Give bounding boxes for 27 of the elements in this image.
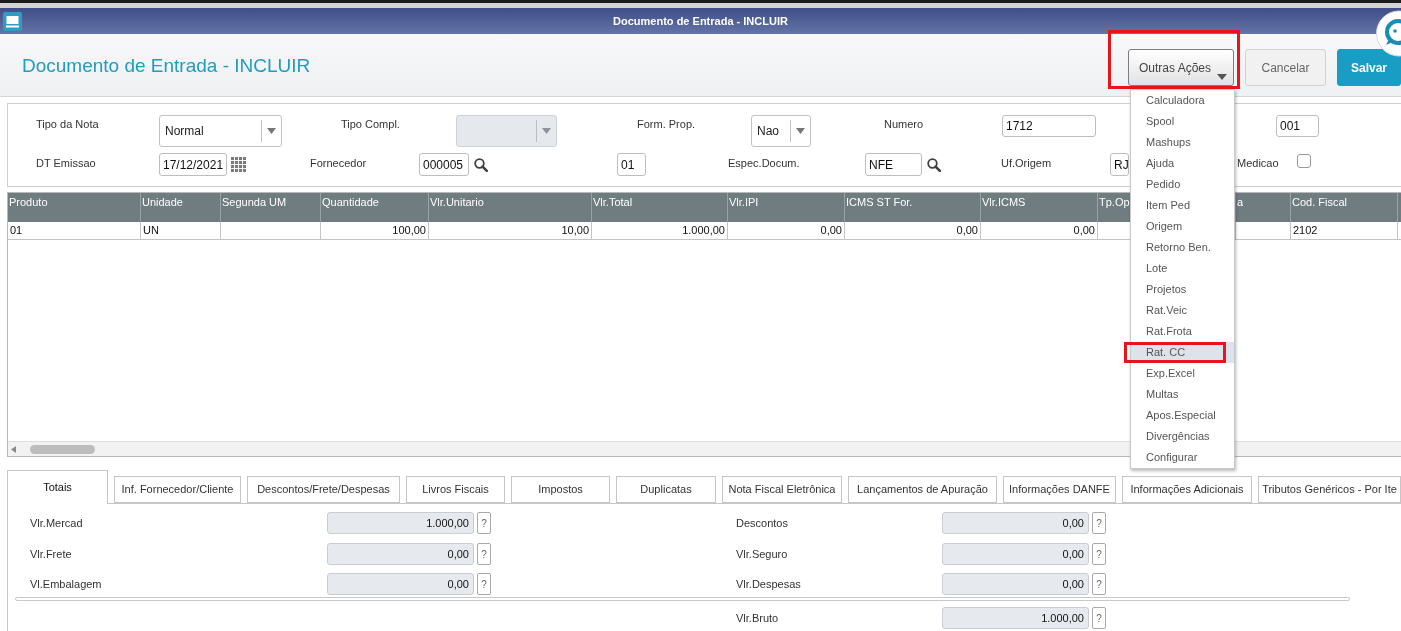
table-cell: 1.000,00 [592,222,728,239]
table-cell: 100,00 [321,222,429,239]
table-cell: 0,00 [728,222,845,239]
field-label: Vlr.Frete [30,546,73,562]
window-title: Documento de Entrada - INCLUIR [612,13,789,29]
field-label: Numero [884,117,925,131]
field-label: Vlr.Mercad [30,515,84,531]
field-label: Tipo Compl. [341,117,401,131]
table-cell: 0,00 [845,222,981,239]
table-cell: 01 [8,222,141,239]
page-title: Documento de Entrada - INCLUIR [22,55,311,77]
field-label: Form. Prop. [637,117,697,131]
field-label: DT Emissao [36,156,97,170]
field-label: Tipo da Nota [36,117,100,131]
field-label: Medicao [1237,156,1280,170]
field-label: Uf.Origem [1001,156,1053,170]
field-label: Vlr.Seguro [736,546,789,562]
table-cell: 0,00 [981,222,1098,239]
table-cell: 2102 [1291,222,1398,239]
table-cell: 10,00 [429,222,592,239]
field-label: Vlr.Bruto [736,610,780,626]
field-label: Descontos [736,515,789,531]
field-label: Vl.Embalagem [30,576,103,592]
field-label: Vlr.Despesas [736,576,802,592]
field-label: Espec.Docum. [728,156,801,170]
table-cell: UN [141,222,221,239]
field-label: Fornecedor [310,156,368,170]
